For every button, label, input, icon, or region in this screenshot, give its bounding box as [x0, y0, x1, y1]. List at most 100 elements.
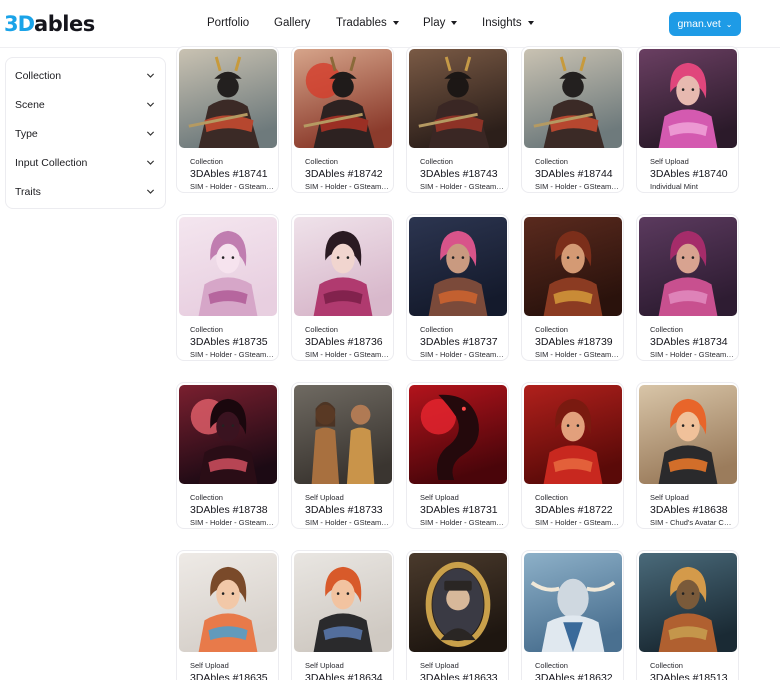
nft-card[interactable]: Collection 3DAbles #18737 SIM - Holder - G… [406, 214, 509, 361]
card-type-label: Collection [305, 157, 338, 166]
nft-card[interactable]: Collection 3DAbles #18736 SIM - Holder - G… [291, 214, 394, 361]
card-title: 3DAbles #18740 [650, 168, 728, 180]
nft-card[interactable]: Collection 3DAbles #18722 SIM - Holder - G… [521, 382, 624, 529]
nft-card[interactable]: Collection 3DAbles #18735 SIM - Holder - G… [176, 214, 279, 361]
nav-gallery[interactable]: Gallery [274, 17, 310, 29]
card-type-label: Collection [535, 157, 568, 166]
card-collection-name: Individual Mint [650, 182, 698, 191]
card-title: 3DAbles #18739 [535, 336, 613, 348]
nft-thumbnail[interactable] [294, 217, 392, 316]
card-collection-name: SIM - Holder - GSteampunk [190, 182, 274, 191]
nft-card[interactable]: Collection 3DAbles #18744 SIM - Holder - G… [521, 46, 624, 193]
nft-card[interactable]: Self Upload 3DAbles #18731 SIM - Holder - … [406, 382, 509, 529]
nft-thumbnail[interactable] [524, 217, 622, 316]
card-type-label: Self Upload [650, 493, 689, 502]
logo-mark: 3D [4, 12, 35, 36]
nft-card[interactable]: Collection 3DAbles #18739 SIM - Holder - G… [521, 214, 624, 361]
filter-type[interactable]: Type [6, 119, 165, 148]
nav-portfolio[interactable]: Portfolio [207, 17, 249, 29]
nft-card[interactable]: Collection 3DAbles #18742 SIM - Holder - G… [291, 46, 394, 193]
card-type-label: Collection [420, 325, 453, 334]
card-type-label: Collection [190, 325, 223, 334]
card-title: 3DAbles #18632 [535, 672, 613, 680]
nft-thumbnail[interactable] [294, 553, 392, 652]
card-type-label: Collection [305, 325, 338, 334]
nft-thumbnail[interactable] [524, 49, 622, 148]
nft-thumbnail[interactable] [179, 49, 277, 148]
filter-collection[interactable]: Collection [6, 61, 165, 90]
nft-thumbnail[interactable] [179, 385, 277, 484]
card-collection-name: SIM - Holder - GSteampunk [305, 350, 389, 359]
filter-label: Traits [15, 185, 41, 198]
nft-card[interactable]: Self Upload 3DAbles #18635 [176, 550, 279, 680]
nft-card[interactable]: Collection 3DAbles #18734 SIM - Holder - G… [636, 214, 739, 361]
nft-card[interactable]: Self Upload 3DAbles #18634 [291, 550, 394, 680]
chevron-down-icon [146, 131, 155, 136]
chevron-down-icon [146, 160, 155, 165]
card-collection-name: SIM - Holder - GSteampunk [420, 518, 504, 527]
nft-card[interactable]: Collection 3DAbles #18513 [636, 550, 739, 680]
card-title: 3DAbles #18731 [420, 504, 498, 516]
nft-thumbnail[interactable] [409, 385, 507, 484]
nft-thumbnail[interactable] [639, 49, 737, 148]
nft-thumbnail[interactable] [639, 217, 737, 316]
nft-card[interactable]: Collection 3DAbles #18743 SIM - Holder - G… [406, 46, 509, 193]
filter-scene[interactable]: Scene [6, 90, 165, 119]
card-type-label: Self Upload [650, 157, 689, 166]
card-type-label: Self Upload [305, 661, 344, 670]
card-title: 3DAbles #18633 [420, 672, 498, 680]
card-title: 3DAbles #18638 [650, 504, 728, 516]
card-title: 3DAbles #18733 [305, 504, 383, 516]
nft-thumbnail[interactable] [294, 49, 392, 148]
card-collection-name: SIM - Holder - GSteampunk [305, 518, 389, 527]
nft-card[interactable]: Collection 3DAbles #18741 SIM - Holder - G… [176, 46, 279, 193]
filter-label: Input Collection [15, 156, 88, 169]
card-title: 3DAbles #18743 [420, 168, 498, 180]
nft-thumbnail[interactable] [409, 217, 507, 316]
brand-logo[interactable]: 3D ables [4, 12, 95, 36]
card-title: 3DAbles #18735 [190, 336, 268, 348]
nft-card[interactable]: Self Upload 3DAbles #18740 Individual Mint [636, 46, 739, 193]
filter-label: Type [15, 127, 38, 140]
nft-thumbnail[interactable] [294, 385, 392, 484]
card-type-label: Collection [650, 325, 683, 334]
nav-insights[interactable]: Insights [482, 17, 534, 29]
user-menu-button[interactable]: gman.vet ⌄ [669, 12, 741, 36]
card-type-label: Collection [650, 661, 683, 670]
nft-thumbnail[interactable] [409, 553, 507, 652]
card-type-label: Self Upload [420, 493, 459, 502]
caret-down-icon [451, 21, 458, 25]
filter-sidebar: Collection Scene Type Input Collection T… [5, 57, 166, 209]
nav-label: Portfolio [207, 17, 250, 29]
nft-thumbnail[interactable] [524, 385, 622, 484]
card-title: 3DAbles #18737 [420, 336, 498, 348]
nft-card[interactable]: Self Upload 3DAbles #18733 SIM - Holder - … [291, 382, 394, 529]
caret-down-icon [392, 21, 399, 25]
nft-card[interactable]: Self Upload 3DAbles #18638 SIM - Chud's Av… [636, 382, 739, 529]
nft-thumbnail[interactable] [524, 553, 622, 652]
nft-card[interactable]: Self Upload 3DAbles #18633 [406, 550, 509, 680]
card-collection-name: SIM - Holder - GSteampunk [650, 350, 734, 359]
card-collection-name: SIM - Holder - GSteampunk [535, 182, 619, 191]
chevron-down-icon [146, 73, 155, 78]
card-title: 3DAbles #18736 [305, 336, 383, 348]
nav-label: Tradables [336, 17, 387, 29]
card-title: 3DAbles #18741 [190, 168, 268, 180]
nft-thumbnail[interactable] [639, 385, 737, 484]
nft-thumbnail[interactable] [179, 553, 277, 652]
nft-thumbnail[interactable] [409, 49, 507, 148]
chevron-down-icon: ⌄ [725, 19, 733, 29]
filter-traits[interactable]: Traits [6, 177, 165, 206]
nft-thumbnail[interactable] [179, 217, 277, 316]
nft-thumbnail[interactable] [639, 553, 737, 652]
nav-tradables[interactable]: Tradables [336, 17, 399, 29]
card-title: 3DAbles #18635 [190, 672, 268, 680]
nft-card[interactable]: Collection 3DAbles #18738 SIM - Holder - G… [176, 382, 279, 529]
card-title: 3DAbles #18722 [535, 504, 613, 516]
nav-play[interactable]: Play [423, 17, 458, 29]
logo-text: ables [34, 12, 95, 36]
chevron-down-icon [146, 189, 155, 194]
nft-card[interactable]: Collection 3DAbles #18632 [521, 550, 624, 680]
filter-input-collection[interactable]: Input Collection [6, 148, 165, 177]
card-title: 3DAbles #18744 [535, 168, 613, 180]
